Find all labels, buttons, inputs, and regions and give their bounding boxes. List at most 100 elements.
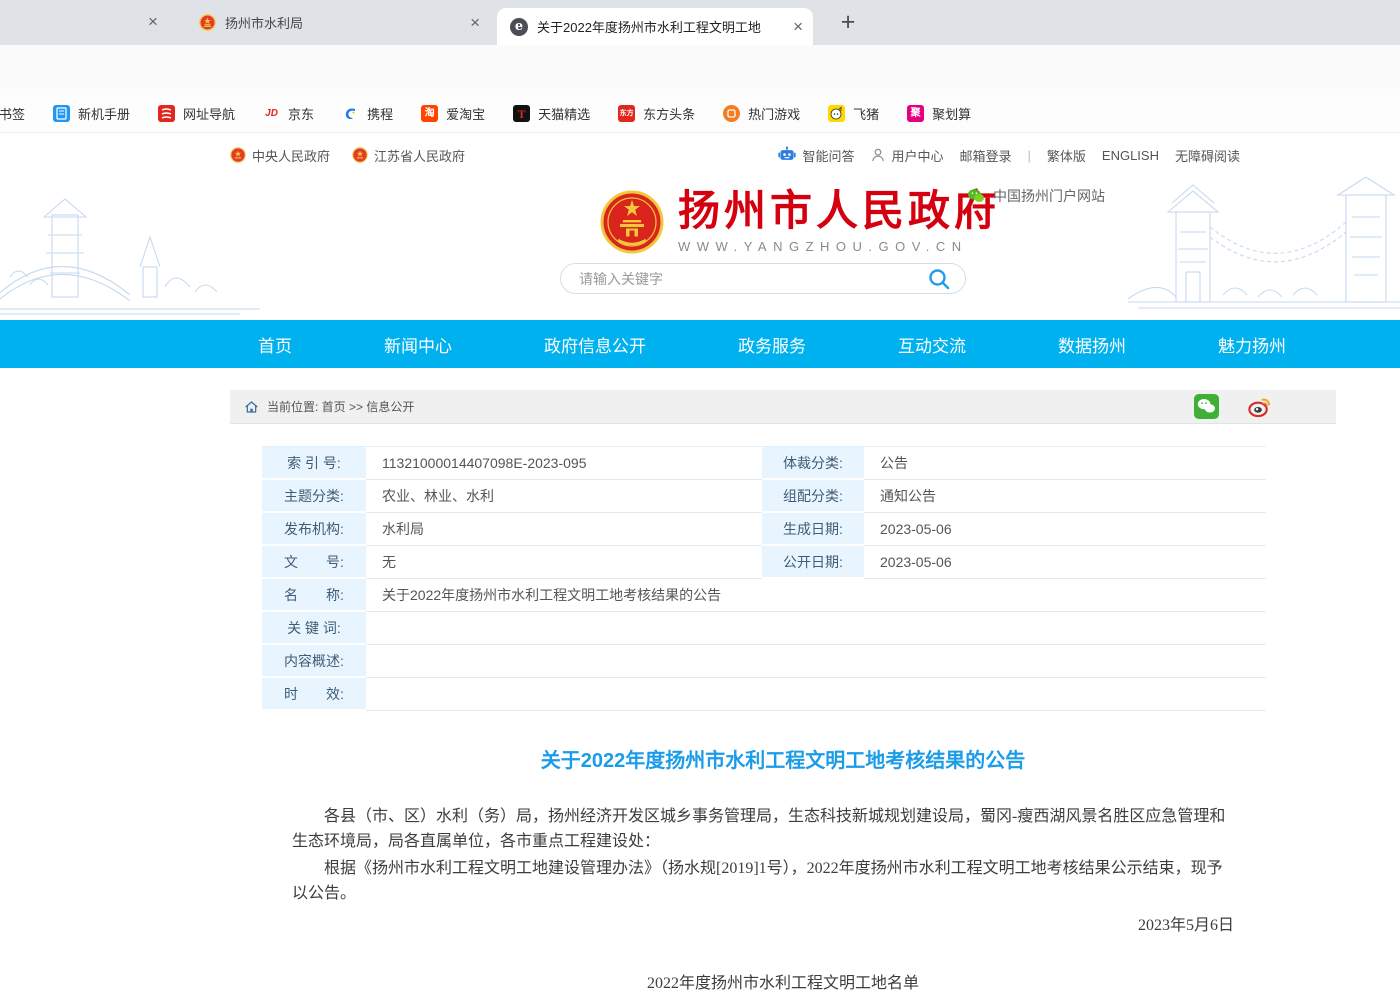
document-meta-table: 索 引 号: 11321000014407098E-2023-095 体裁分类:… <box>262 446 1266 711</box>
bookmark-nav-site[interactable]: 网址导航 <box>144 104 249 123</box>
breadcrumb[interactable]: 当前位置: 首页 >> 信息公开 <box>267 398 414 415</box>
bookmark-label: 东方头条 <box>643 104 695 123</box>
close-icon[interactable]: × <box>148 13 158 30</box>
wechat-share-icon[interactable] <box>1194 394 1219 419</box>
link-central-gov[interactable]: 中央人民政府 <box>230 146 330 165</box>
weibo-share-icon[interactable] <box>1247 394 1272 419</box>
site-header: 扬州市人民政府 WWW.YANGZHOU.GOV.CN 中国扬州门户网站 <box>0 177 1400 320</box>
bookmark-tmall[interactable]: T 天猫精选 <box>499 104 604 123</box>
meta-value-summary <box>366 645 1266 678</box>
mail-login-link[interactable]: 邮箱登录 <box>959 146 1011 165</box>
nav-gov-info-disclosure[interactable]: 政府信息公开 <box>544 332 646 357</box>
meta-value-keywords <box>366 612 1266 645</box>
user-center-link[interactable]: 用户中心 <box>870 146 943 165</box>
gov-emblem-icon <box>352 147 368 163</box>
new-tab-button[interactable]: + <box>833 8 863 38</box>
breadcrumb-bar: 当前位置: 首页 >> 信息公开 <box>230 390 1336 424</box>
meta-value-group: 通知公告 <box>864 480 1266 513</box>
nav-data-yangzhou[interactable]: 数据扬州 <box>1058 332 1126 357</box>
link-label: 江苏省人民政府 <box>374 146 465 165</box>
nav-home[interactable]: 首页 <box>258 332 292 357</box>
portal-label: 中国扬州门户网站 <box>993 186 1105 206</box>
browser-window: × 扬州市水利局 × e 关于2022年度扬州市水利工程文明工地 × + <box>0 0 1400 997</box>
meta-label-keywords: 关 键 词: <box>262 612 366 645</box>
meta-value-doc-no: 无 <box>366 546 762 579</box>
gov-emblem-icon <box>230 147 246 163</box>
meta-label-summary: 内容概述: <box>262 645 366 678</box>
bookmark-label: 热门游戏 <box>748 104 800 123</box>
link-jiangsu-gov[interactable]: 江苏省人民政府 <box>352 146 465 165</box>
jd-icon: JD <box>263 105 280 122</box>
bookmark-jd[interactable]: JD 京东 <box>249 104 328 123</box>
manual-book-icon <box>53 105 70 122</box>
bookmark-eastday[interactable]: 东方 东方头条 <box>604 104 709 123</box>
home-icon[interactable] <box>244 400 259 414</box>
english-version-link[interactable]: ENGLISH <box>1102 148 1159 163</box>
link-label: ENGLISH <box>1102 148 1159 163</box>
meta-label-index-no: 索 引 号: <box>262 447 366 480</box>
smart-qa-link[interactable]: 智能问答 <box>777 146 854 165</box>
article-date: 2023年5月6日 <box>292 911 1234 935</box>
tab-yangzhou-water-bureau[interactable]: 扬州市水利局 × <box>185 0 490 45</box>
bookmark-aitaobao[interactable]: 淘 爱淘宝 <box>407 104 499 123</box>
close-icon[interactable]: × <box>793 18 803 35</box>
bookmark-manual[interactable]: 新机手册 <box>39 104 144 123</box>
meta-label-doc-no: 文 号: <box>262 546 366 579</box>
meta-label-publisher: 发布机构: <box>262 513 366 546</box>
meta-label-group: 组配分类: <box>762 480 864 513</box>
decorative-bridge-art-left <box>0 177 260 320</box>
browser-toolbar: 不安全 yangzhou.gov.cn/yzszxxgk/slj/202305/… <box>0 45 1400 95</box>
fliggy-pig-icon <box>828 105 845 122</box>
link-label: 用户中心 <box>891 146 943 165</box>
taobao-icon: 淘 <box>421 105 438 122</box>
bookmark-fliggy[interactable]: 飞猪 <box>814 104 893 123</box>
site-url-text: WWW.YANGZHOU.GOV.CN <box>678 239 1000 254</box>
accessibility-link[interactable]: 无障碍阅读 <box>1175 146 1240 165</box>
site-favicon-icon: e <box>510 18 528 36</box>
meta-value-public-date: 2023-05-06 <box>864 546 1266 579</box>
link-label: 智能问答 <box>802 146 854 165</box>
bookmarks-bar: 机书签 新机手册 网址导航 JD 京东 携程 <box>0 95 1400 133</box>
meta-label-public-date: 公开日期: <box>762 546 864 579</box>
meta-value-index-no: 11321000014407098E-2023-095 <box>366 447 762 480</box>
bookmark-label: 机书签 <box>0 104 25 123</box>
link-label: 繁体版 <box>1047 146 1086 165</box>
decorative-bridge-art-right <box>1128 177 1400 320</box>
bookmark-phone-marks[interactable]: 机书签 <box>0 104 39 123</box>
bookmark-label: 新机手册 <box>78 104 130 123</box>
bookmark-label: 飞猪 <box>853 104 879 123</box>
nav-site-icon <box>158 105 175 122</box>
nav-interaction[interactable]: 互动交流 <box>898 332 966 357</box>
site-name: 扬州市人民政府 <box>678 189 1000 235</box>
bookmark-juhuasuan[interactable]: 聚 聚划算 <box>893 104 985 123</box>
bookmark-label: 携程 <box>367 104 393 123</box>
portal-link[interactable]: 中国扬州门户网站 <box>967 186 1105 206</box>
search-input[interactable] <box>579 271 927 287</box>
site-logo[interactable]: 扬州市人民政府 WWW.YANGZHOU.GOV.CN <box>600 189 1000 254</box>
meta-value-created-date: 2023-05-06 <box>864 513 1266 546</box>
meta-label-genre: 体裁分类: <box>762 447 864 480</box>
nav-news-center[interactable]: 新闻中心 <box>384 332 452 357</box>
user-icon <box>870 147 886 163</box>
national-emblem-icon <box>600 190 664 254</box>
bookmark-ctrip[interactable]: 携程 <box>328 104 407 123</box>
meta-value-theme: 农业、林业、水利 <box>366 480 762 513</box>
meta-value-title: 关于2022年度扬州市水利工程文明工地考核结果的公告 <box>366 579 1266 612</box>
bookmark-label: 天猫精选 <box>538 104 590 123</box>
traditional-version-link[interactable]: 繁体版 <box>1047 146 1086 165</box>
article-title: 关于2022年度扬州市水利工程文明工地考核结果的公告 <box>230 744 1336 773</box>
meta-label-created-date: 生成日期: <box>762 513 864 546</box>
close-icon[interactable]: × <box>470 14 480 31</box>
search-icon[interactable] <box>927 267 951 291</box>
juhuasuan-icon: 聚 <box>907 105 924 122</box>
gov-emblem-icon <box>199 14 216 31</box>
tab-active-notice[interactable]: e 关于2022年度扬州市水利工程文明工地 × <box>497 8 813 45</box>
bookmark-label: 京东 <box>288 104 314 123</box>
hot-games-icon <box>723 105 740 122</box>
nav-gov-services[interactable]: 政务服务 <box>738 332 806 357</box>
search-bar[interactable] <box>560 263 966 294</box>
bookmark-hot-games[interactable]: 热门游戏 <box>709 104 814 123</box>
link-label: 邮箱登录 <box>959 146 1011 165</box>
wechat-icon <box>967 188 985 204</box>
nav-charm-yangzhou[interactable]: 魅力扬州 <box>1218 332 1286 357</box>
